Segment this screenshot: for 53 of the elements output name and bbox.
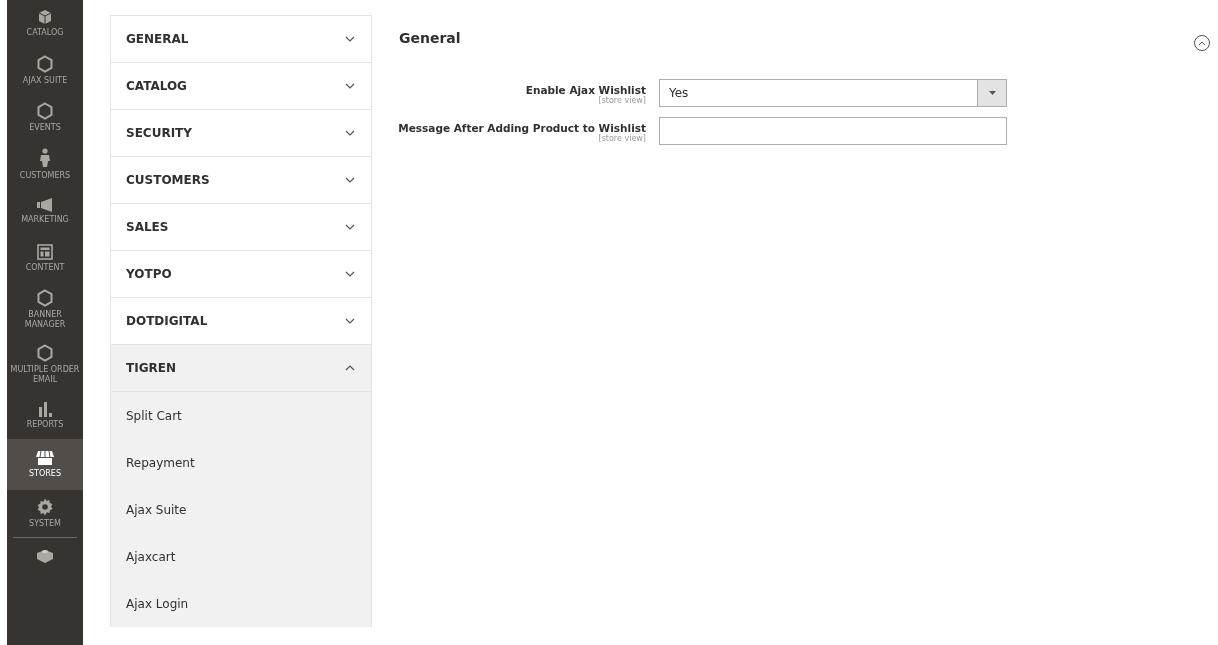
sidebar-item[interactable]: BANNER MANAGER [7,282,83,337]
megaphone-icon [36,198,54,212]
chevron-icon [345,271,355,277]
hexagon-icon [37,102,53,120]
section-title: General [399,30,461,46]
sidebar-item[interactable]: CUSTOMERS [7,141,83,188]
chevron-icon [345,83,355,89]
field-label: Message After Adding Product to Wishlist [398,122,646,134]
select-field[interactable]: Yes [659,79,1007,107]
section-label: SALES [126,220,169,234]
section-label: CATALOG [126,79,187,93]
section-label: YOTPO [126,267,172,281]
scope-label: [store view] [598,96,646,105]
scope-label: [store view] [598,134,646,143]
config-menu-link[interactable]: Ajax Login [111,580,371,627]
box-icon [37,9,53,25]
section-label: CUSTOMERS [126,173,210,187]
config-menu-link[interactable]: Ajaxcart [111,533,371,580]
hexagon-icon [37,55,53,73]
chevron-icon [345,365,355,371]
sidebar-item[interactable]: CONTENT [7,235,83,282]
brick-icon [36,548,54,564]
sidebar-item[interactable]: SYSTEM [7,490,83,537]
section-label: SECURITY [126,126,192,140]
hexagon-icon [37,344,53,362]
config-section-tab[interactable]: TIGREN [111,345,371,392]
sidebar-item[interactable]: MULTIPLE ORDER EMAIL [7,337,83,392]
section-label: DOTDIGITAL [126,314,208,328]
store-icon [35,450,55,466]
sidebar-item[interactable]: STORES [7,439,83,490]
sidebar-item[interactable]: REPORTS [7,392,83,439]
config-menu-link[interactable]: Ajax Suite [111,486,371,533]
person-icon [39,148,51,168]
sidebar-item[interactable]: AJAX SUITE [7,47,83,94]
input-field[interactable] [659,117,1007,145]
chevron-icon [345,318,355,324]
chevron-icon [345,36,355,42]
sidebar-item[interactable]: CATALOG [7,0,83,47]
section-label: GENERAL [126,32,189,46]
dropdown-arrow-icon [988,91,996,95]
config-menu-link[interactable]: Split Cart [111,392,371,439]
sidebar-item[interactable]: EVENTS [7,94,83,141]
gear-icon [36,498,54,516]
field-label: Enable Ajax Wishlist [525,84,646,96]
hexagon-icon [37,289,53,307]
config-menu-link[interactable]: Repayment [111,439,371,486]
section-label: TIGREN [126,361,176,375]
chevron-icon [345,224,355,230]
bar-chart-icon [37,401,53,417]
chevron-icon [345,177,355,183]
chevron-icon [345,130,355,136]
sidebar-item[interactable]: MARKETING [7,188,83,235]
layout-icon [37,244,53,260]
